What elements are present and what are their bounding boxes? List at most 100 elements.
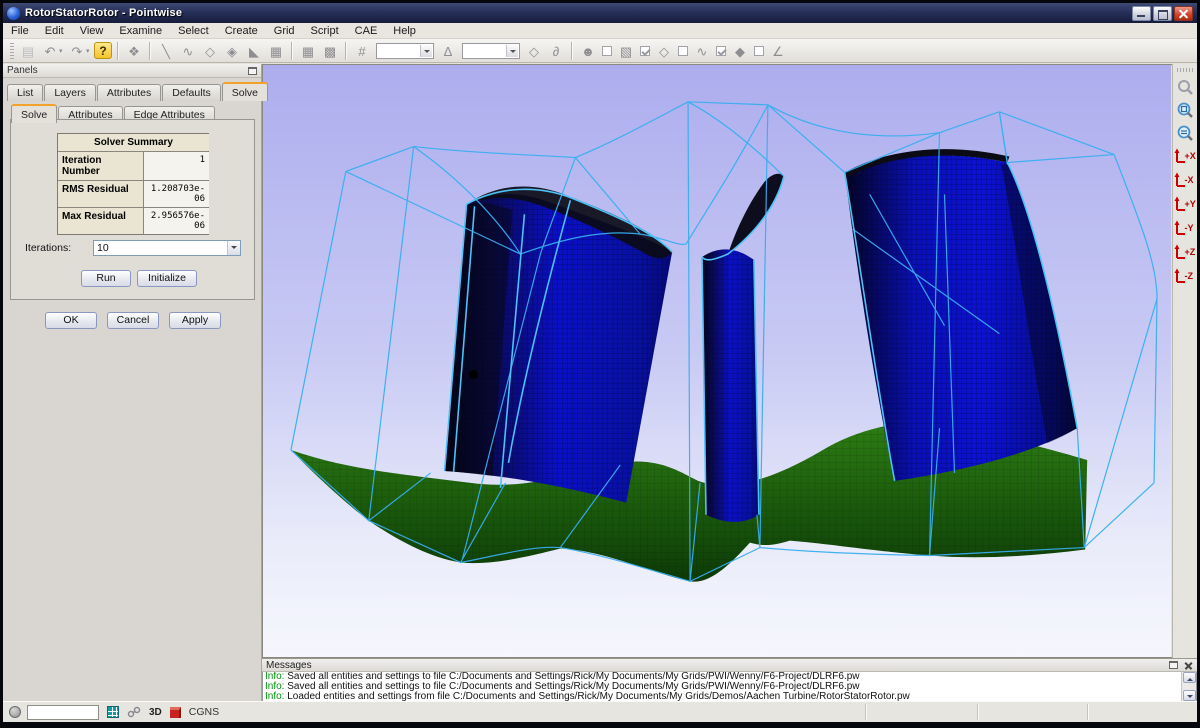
toolbar-grip[interactable] [10,43,14,59]
menu-edit[interactable]: Edit [37,24,72,38]
menu-grid[interactable]: Grid [266,24,303,38]
axis-label: -X [1185,175,1194,185]
display-domain-checkbox[interactable] [678,46,688,56]
main-area: Panels List Layers Attributes Defaults S… [3,64,1197,701]
help-icon[interactable]: ? [94,42,112,59]
redo-icon[interactable]: ↷ [67,41,87,60]
status-separator [865,704,867,720]
create-unstructured-icon[interactable]: ◣ [244,41,264,60]
display-face-checkbox[interactable] [602,46,612,56]
scroll-up-icon[interactable] [1183,672,1196,683]
view-plus-x-button[interactable]: +X [1174,145,1197,167]
solver-summary-table: Solver Summary Iteration Number 1 RMS Re… [57,133,209,235]
create-segment-icon[interactable]: ╲ [156,41,176,60]
display-point-icon[interactable]: ◆ [730,41,750,60]
create-spline-icon[interactable]: ∿ [178,41,198,60]
dimension-hash-icon[interactable]: # [352,41,372,60]
tab-list[interactable]: List [7,84,43,101]
float-panel-icon[interactable] [1169,661,1178,669]
unstructured-grid-icon[interactable]: ▩ [320,41,340,60]
app-globe-icon [7,7,20,20]
cae-solver-label[interactable]: CGNS [189,706,219,718]
partial-derivative-icon[interactable]: ∂ [546,41,566,60]
desktop: RotorStatorRotor - Pointwise File Edit V… [0,0,1200,728]
create-domain-icon[interactable]: ◈ [222,41,242,60]
dimension-indicator[interactable]: 3D [149,707,162,718]
chevron-down-icon[interactable] [506,45,518,57]
layers-icon[interactable]: ❖ [124,41,144,60]
menu-select[interactable]: Select [170,24,217,38]
display-domain-icon[interactable]: ◇ [654,41,674,60]
create-block-icon[interactable]: ▦ [266,41,286,60]
chevron-down-icon[interactable] [227,241,240,255]
link-icon[interactable] [127,706,141,718]
angle-combobox[interactable] [462,43,520,59]
structured-grid-icon[interactable]: ▦ [298,41,318,60]
zoom-previous-icon[interactable] [1175,76,1196,97]
ok-button[interactable]: OK [45,312,97,329]
view-minus-x-button[interactable]: -X [1174,169,1197,191]
display-connector-checkbox[interactable] [716,46,726,56]
view-plus-y-button[interactable]: +Y [1174,193,1197,215]
scroll-down-icon[interactable] [1183,690,1196,701]
panels-header: Panels [3,64,261,78]
iteration-number-value: 1 [144,152,209,180]
tab-attributes[interactable]: Attributes [97,84,161,101]
grid-mode-icon[interactable] [107,706,119,718]
float-panel-icon[interactable] [248,67,257,75]
view-plus-z-button[interactable]: +Z [1174,241,1197,263]
zoom-box-icon[interactable] [1175,99,1196,120]
chevron-down-icon[interactable] [420,45,432,57]
menu-view[interactable]: View [72,24,112,38]
save-icon[interactable]: ▤ [18,41,38,60]
view-minus-y-button[interactable]: -Y [1174,217,1197,239]
undo-dropdown-icon[interactable]: ▾ [59,47,66,55]
display-block-icon[interactable]: ▧ [616,41,636,60]
display-block-checkbox[interactable] [640,46,650,56]
menu-create[interactable]: Create [217,24,266,38]
tab-layers[interactable]: Layers [44,84,96,101]
apply-button[interactable]: Apply [169,312,221,329]
status-input[interactable] [27,705,99,720]
tab-defaults[interactable]: Defaults [162,84,221,101]
cancel-button[interactable]: Cancel [107,312,159,329]
messages-panel: Messages Info: Saved all entities and se… [262,658,1197,701]
initialize-button[interactable]: Initialize [137,270,197,287]
solve-diamond-icon[interactable]: ◇ [524,41,544,60]
undo-icon[interactable]: ↶ [40,41,60,60]
toolbar-grip[interactable] [1177,68,1193,72]
redo-dropdown-icon[interactable]: ▾ [86,47,93,55]
viewport-3d[interactable] [262,64,1172,658]
menu-examine[interactable]: Examine [111,24,170,38]
iterations-label: Iterations: [25,242,71,254]
restore-button[interactable] [1153,6,1172,21]
angle-icon[interactable]: Δ [438,41,458,60]
iterations-combobox[interactable]: 10 [93,240,241,256]
display-point-checkbox[interactable] [754,46,764,56]
title-bar[interactable]: RotorStatorRotor - Pointwise [3,3,1197,23]
messages-title: Messages [266,660,312,671]
dimension-combobox[interactable] [376,43,434,59]
zoom-level-icon[interactable] [1175,122,1196,143]
display-connector-icon[interactable]: ∿ [692,41,712,60]
subtab-solve[interactable]: Solve [11,104,57,123]
menu-script[interactable]: Script [303,24,347,38]
close-button[interactable] [1174,6,1193,21]
center-column: Messages Info: Saved all entities and se… [262,64,1172,701]
messages-scrollbar[interactable] [1181,672,1196,701]
selected-point-marker[interactable] [469,370,478,379]
tab-solve[interactable]: Solve [222,82,268,101]
display-normal-icon[interactable]: ∠ [768,41,788,60]
view-minus-z-button[interactable]: -Z [1174,265,1197,287]
run-button[interactable]: Run [81,270,131,287]
create-connector-icon[interactable]: ◇ [200,41,220,60]
close-panel-icon[interactable] [1184,661,1193,670]
messages-log[interactable]: Info: Saved all entities and settings to… [262,672,1197,702]
menu-cae[interactable]: CAE [347,24,386,38]
minimize-button[interactable] [1132,6,1151,21]
solve-panel-body: Solver Summary Iteration Number 1 RMS Re… [10,119,255,300]
display-face-icon[interactable]: ☻ [578,41,598,60]
iteration-number-label: Iteration Number [58,152,143,180]
menu-file[interactable]: File [3,24,37,38]
menu-help[interactable]: Help [385,24,424,38]
